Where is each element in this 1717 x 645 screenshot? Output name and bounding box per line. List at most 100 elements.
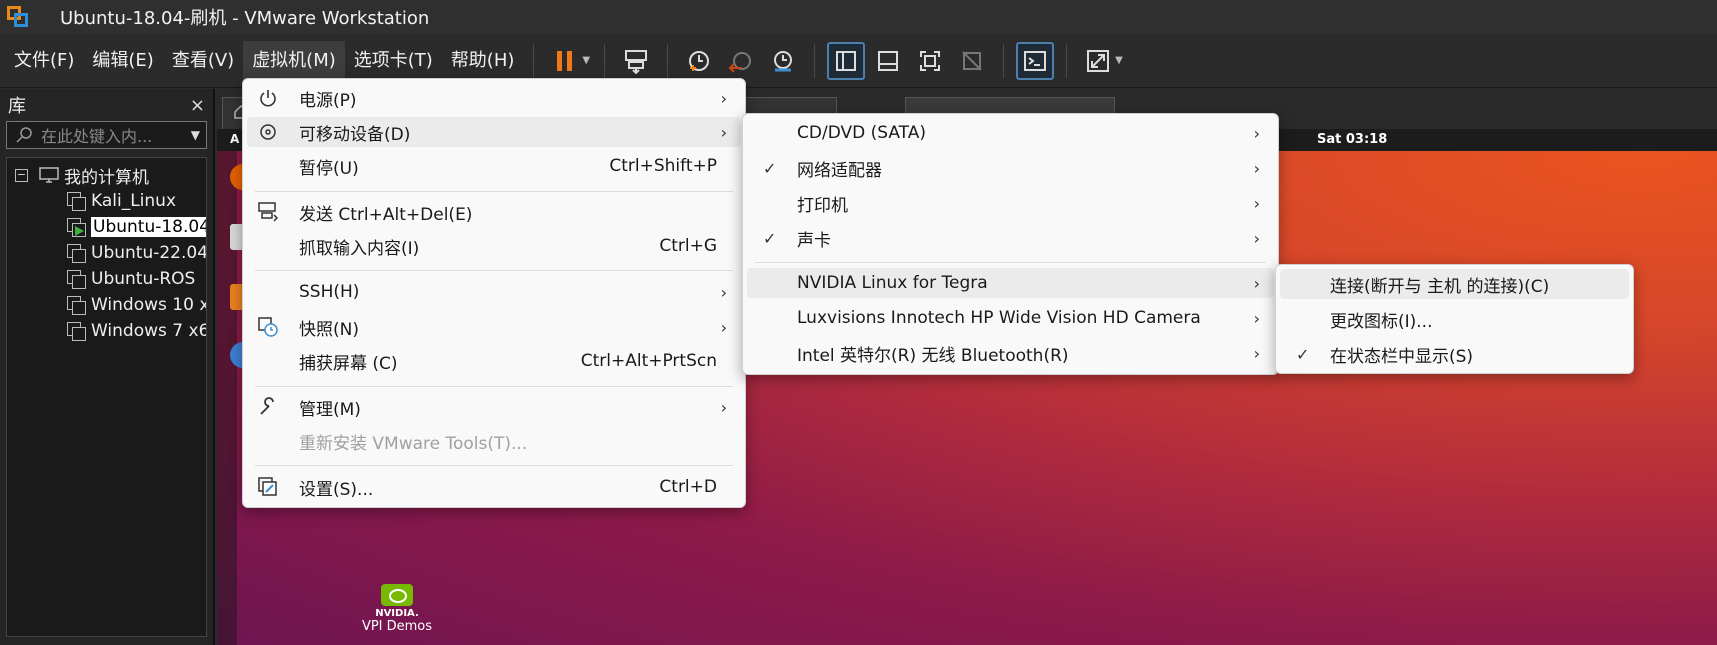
library-header: 库 × <box>0 89 213 121</box>
menu-item-snapshot[interactable]: 快照(N) › <box>247 312 741 342</box>
menu-item-settings[interactable]: 设置(S)... Ctrl+D <box>247 472 741 502</box>
device-action-show-in-statusbar[interactable]: ✓ 在状态栏中显示(S) <box>1280 339 1629 369</box>
toolbar-separator <box>1066 43 1068 78</box>
menu-item-capture-screen[interactable]: 捕获屏幕 (C) Ctrl+Alt+PrtScn <box>247 346 741 376</box>
snapshot-icon <box>257 316 279 338</box>
menu-item-shortcut: Ctrl+Shift+P <box>609 156 717 176</box>
device-item-cd-dvd[interactable]: CD/DVD (SATA) › <box>747 118 1274 148</box>
menu-vm[interactable]: 虚拟机(M) <box>243 40 345 81</box>
device-item-hp-camera[interactable]: Luxvisions Innotech HP Wide Vision HD Ca… <box>747 303 1274 333</box>
submenu-arrow-icon: › <box>1253 273 1260 293</box>
wrench-icon <box>257 396 279 418</box>
vm-icon <box>67 192 86 211</box>
submenu-arrow-icon: › <box>720 282 727 302</box>
menu-item-label: 更改图标(I)... <box>1330 311 1433 332</box>
library-search-input[interactable]: 在此处键入内... ▼ <box>6 121 207 149</box>
menu-item-label: NVIDIA Linux for Tegra <box>797 273 988 293</box>
title-bar: Ubuntu-18.04-刷机 - VMware Workstation <box>0 0 1717 34</box>
device-action-change-icon[interactable]: 更改图标(I)... <box>1280 304 1629 334</box>
library-panel: 库 × 在此处键入内... ▼ − 我的计算机 Kali_Linux Ubunt… <box>0 89 215 645</box>
check-icon: ✓ <box>1296 344 1310 364</box>
menu-item-shortcut: Ctrl+G <box>659 236 717 256</box>
toolbar-separator <box>533 43 535 78</box>
tree-item-ubuntu-ros[interactable]: Ubuntu-ROS <box>7 266 206 292</box>
shortcut-caption: VPI Demos <box>361 619 433 634</box>
check-icon: ✓ <box>763 158 777 178</box>
nvidia-device-menu: 连接(断开与 主机 的连接)(C) 更改图标(I)... ✓ 在状态栏中显示(S… <box>1275 264 1634 374</box>
clock[interactable]: Sat 03:18 <box>1317 132 1387 147</box>
menu-item-removable-devices[interactable]: 可移动设备(D) › <box>247 117 741 147</box>
vm-label: Ubuntu-ROS <box>91 269 196 289</box>
menu-edit[interactable]: 编辑(E) <box>83 41 162 81</box>
menu-item-power[interactable]: 电源(P) › <box>247 83 741 113</box>
vm-label: Ubuntu-22.04 <box>91 243 206 263</box>
nvidia-desktop-shortcut[interactable]: NVIDIA. VPI Demos <box>357 584 437 634</box>
snapshot-manager-icon[interactable] <box>764 42 802 80</box>
nvidia-brand-text: NVIDIA. <box>375 608 419 619</box>
menu-item-send-ctrl-alt-del[interactable]: 发送 Ctrl+Alt+Del(E) <box>247 197 741 227</box>
pause-icon[interactable] <box>546 42 584 80</box>
fullscreen-icon[interactable] <box>911 42 949 80</box>
activities-label[interactable]: A <box>230 132 239 146</box>
vm-label: Windows 10 x <box>91 295 206 315</box>
library-view-icon[interactable] <box>827 41 866 80</box>
removable-device-icon <box>257 121 279 143</box>
menu-item-label: 连接(断开与 主机 的连接)(C) <box>1330 276 1550 297</box>
submenu-arrow-icon: › <box>1253 308 1260 328</box>
menu-item-shortcut: Ctrl+D <box>659 477 717 497</box>
close-icon[interactable]: × <box>190 95 205 116</box>
toolbar-separator <box>604 43 606 78</box>
vm-label: Windows 7 x6 <box>91 321 206 341</box>
menu-item-label: Luxvisions Innotech HP Wide Vision HD Ca… <box>797 308 1201 328</box>
tree-item-windows-7[interactable]: Windows 7 x6 <box>7 318 206 344</box>
device-item-nvidia-tegra[interactable]: NVIDIA Linux for Tegra › <box>747 268 1274 298</box>
submenu-arrow-icon: › <box>1253 343 1260 363</box>
console-icon[interactable] <box>1016 41 1055 80</box>
menu-item-ssh[interactable]: SSH(H) › <box>247 277 741 307</box>
device-item-bluetooth[interactable]: Intel 英特尔(R) 无线 Bluetooth(R) › <box>747 338 1274 368</box>
stretch-icon[interactable] <box>1079 42 1117 80</box>
menu-separator <box>255 386 733 387</box>
menu-item-pause[interactable]: 暂停(U) Ctrl+Shift+P <box>247 151 741 181</box>
settings-icon <box>257 476 279 498</box>
tree-root-my-computer[interactable]: − 我的计算机 <box>7 162 206 188</box>
nvidia-logo-icon <box>381 584 413 606</box>
tree-item-windows-10[interactable]: Windows 10 x <box>7 292 206 318</box>
collapse-icon[interactable]: − <box>15 168 28 182</box>
menu-tabs[interactable]: 选项卡(T) <box>345 41 442 81</box>
device-item-network-adapter[interactable]: ✓ 网络适配器 › <box>747 153 1274 183</box>
vm-icon <box>67 296 86 315</box>
send-keys-icon[interactable] <box>617 42 655 80</box>
vm-icon <box>67 270 86 289</box>
snapshot-revert-icon[interactable] <box>722 42 760 80</box>
thumbnail-view-icon[interactable] <box>869 42 907 80</box>
pause-dropdown-icon[interactable]: ▼ <box>582 55 590 66</box>
menu-item-manage[interactable]: 管理(M) › <box>247 392 741 422</box>
menu-file[interactable]: 文件(F) <box>5 41 83 81</box>
search-placeholder: 在此处键入内... <box>41 127 153 146</box>
menu-view[interactable]: 查看(V) <box>163 41 243 81</box>
device-item-sound-card[interactable]: ✓ 声卡 › <box>747 223 1274 253</box>
device-item-printer[interactable]: 打印机 › <box>747 188 1274 218</box>
menu-item-label: 重新安装 VMware Tools(T)... <box>299 433 528 454</box>
menu-item-label: 可移动设备(D) <box>299 124 411 145</box>
search-dropdown-icon[interactable]: ▼ <box>191 128 200 142</box>
vm-label: Kali_Linux <box>91 191 177 211</box>
tree-item-ubuntu-1804[interactable]: Ubuntu-18.04 <box>7 214 206 240</box>
menu-item-grab-input[interactable]: 抓取输入内容(I) Ctrl+G <box>247 231 741 261</box>
stretch-dropdown-icon[interactable]: ▼ <box>1115 55 1123 66</box>
menu-item-label: 打印机 <box>797 195 848 216</box>
submenu-arrow-icon: › <box>720 397 727 417</box>
tree-item-kali[interactable]: Kali_Linux <box>7 188 206 214</box>
snapshot-take-icon[interactable] <box>680 42 718 80</box>
menu-item-label: 快照(N) <box>299 319 359 340</box>
tree-item-ubuntu-2204[interactable]: Ubuntu-22.04 <box>7 240 206 266</box>
keyboard-icon <box>257 201 279 223</box>
device-action-connect[interactable]: 连接(断开与 主机 的连接)(C) <box>1280 269 1629 299</box>
search-icon <box>16 127 32 143</box>
removable-devices-menu: CD/DVD (SATA) › ✓ 网络适配器 › 打印机 › ✓ 声卡 › N… <box>742 113 1279 375</box>
menu-item-label: 管理(M) <box>299 399 361 420</box>
unity-icon[interactable] <box>953 42 991 80</box>
vm-tree: − 我的计算机 Kali_Linux Ubuntu-18.04 Ubuntu-2… <box>6 157 207 637</box>
menu-help[interactable]: 帮助(H) <box>442 41 524 81</box>
